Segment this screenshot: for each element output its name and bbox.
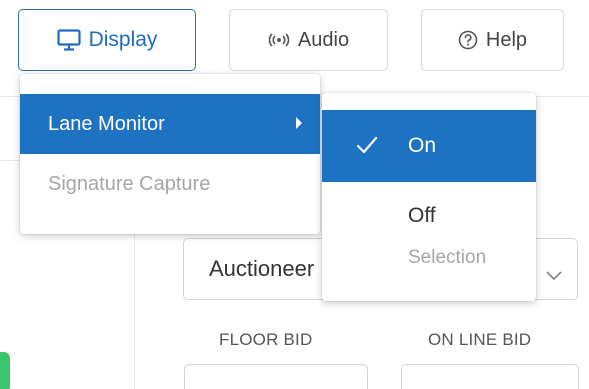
status-accent-bar [0, 352, 10, 389]
auctioneer-select-value: Auctioneer [209, 256, 315, 281]
display-menu: Lane Monitor Signature Capture [20, 74, 320, 234]
broadcast-icon [268, 33, 290, 47]
online-bid-input[interactable] [401, 364, 579, 389]
menu-item-label: Lane Monitor [48, 112, 165, 135]
checkmark-icon [356, 136, 378, 160]
floor-bid-label: FLOOR BID [219, 330, 313, 349]
audio-button[interactable]: Audio [229, 9, 388, 71]
submenu-item-on[interactable]: On [322, 110, 536, 182]
monitor-icon [56, 29, 81, 51]
display-button-label: Display [88, 28, 158, 51]
submenu-item-label: Off [408, 204, 436, 227]
online-bid-label: ON LINE BID [428, 330, 532, 349]
submenu-item-selection: Selection [322, 234, 536, 286]
chevron-down-icon [545, 261, 563, 287]
submenu-item-label: On [408, 134, 437, 157]
display-button[interactable]: Display [18, 9, 196, 71]
audio-button-label: Audio [297, 28, 350, 51]
submenu-item-label: Selection [408, 247, 487, 268]
help-button-label: Help [485, 28, 528, 51]
menu-item-lane-monitor[interactable]: Lane Monitor [20, 94, 320, 154]
lane-monitor-submenu: On Off Selection [322, 93, 536, 301]
question-circle-icon [458, 30, 478, 50]
menu-item-signature-capture: Signature Capture [20, 154, 320, 214]
floor-bid-input[interactable] [184, 364, 368, 389]
menu-item-label: Signature Capture [48, 172, 211, 195]
help-button[interactable]: Help [421, 9, 564, 71]
submenu-item-off[interactable]: Off [322, 182, 536, 234]
caret-right-icon [296, 117, 302, 129]
